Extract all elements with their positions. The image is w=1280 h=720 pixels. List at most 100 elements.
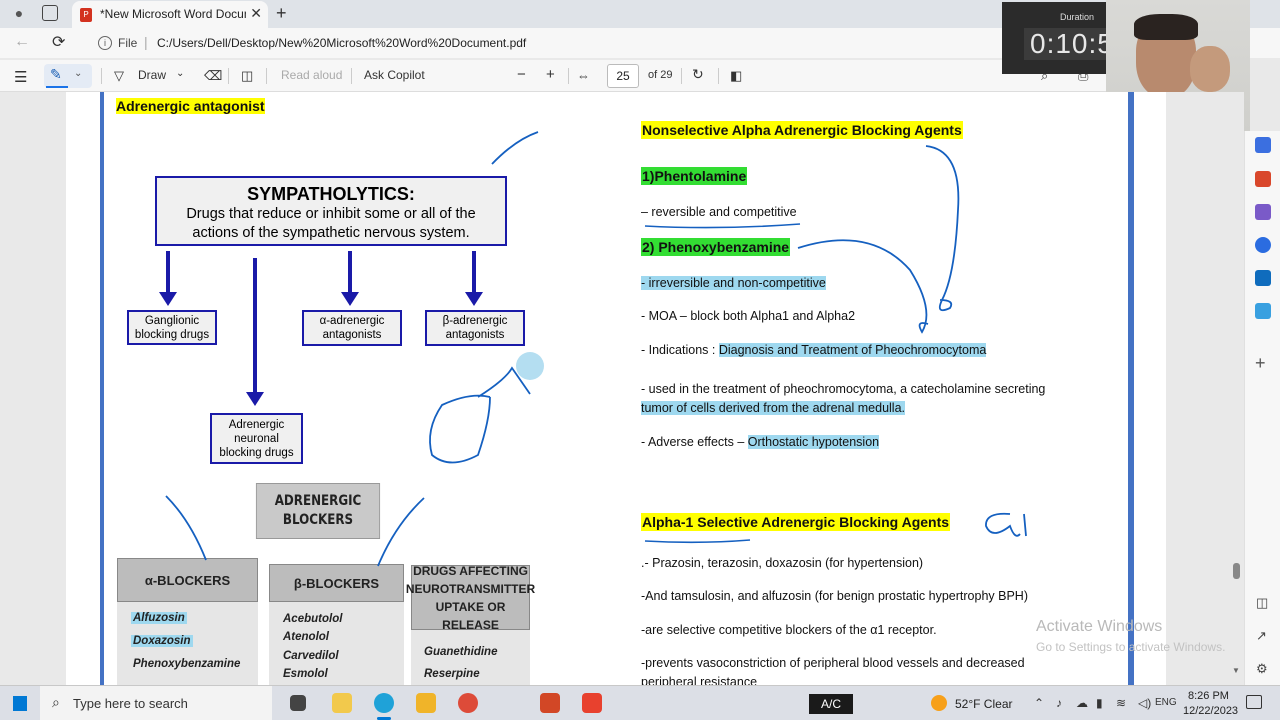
open-external-icon[interactable]: ↗ xyxy=(1256,628,1267,644)
recorder-app-icon[interactable] xyxy=(582,693,602,713)
diagram-arrowhead xyxy=(465,292,483,306)
close-icon[interactable]: ✕ xyxy=(250,5,262,22)
onedrive-icon[interactable]: ☁ xyxy=(1076,696,1088,710)
adverse-effects: - Adverse effects – Orthostatic hypotens… xyxy=(641,435,880,449)
battery-icon[interactable]: ▮ xyxy=(1096,696,1103,710)
chevron-down-icon[interactable]: ⌄ xyxy=(176,68,184,79)
shopping-icon[interactable] xyxy=(1255,171,1271,187)
read-aloud-button[interactable]: Read aloud xyxy=(281,68,342,82)
drug-item: Carvedilol xyxy=(283,650,339,662)
tab-actions-icon[interactable] xyxy=(42,5,58,21)
eraser-icon[interactable]: ⌫ xyxy=(204,68,222,84)
games-icon[interactable] xyxy=(1255,237,1271,253)
info-icon[interactable]: i xyxy=(98,36,112,50)
toolbar-divider xyxy=(228,68,229,84)
zoom-out-button[interactable]: − xyxy=(517,66,526,83)
box-beta-antagonists: β-adrenergic antagonists xyxy=(425,310,525,346)
box-alpha-line1: α-adrenergic xyxy=(319,315,385,327)
profile-icon[interactable]: ● xyxy=(10,5,28,23)
drug-item: Alfuzosin xyxy=(131,612,187,624)
url-separator: | xyxy=(144,34,148,50)
outlook-icon[interactable] xyxy=(1255,270,1271,286)
page-number-input[interactable]: 25 xyxy=(607,64,639,88)
fit-width-icon[interactable]: ⇔ xyxy=(577,68,590,83)
network-icon[interactable]: ≋ xyxy=(1116,696,1126,710)
sympatholytics-desc-line2: actions of the sympathetic nervous syste… xyxy=(192,225,470,241)
activate-windows-watermark-sub: Go to Settings to activate Windows. xyxy=(1036,640,1226,654)
weather-text[interactable]: 52°F Clear xyxy=(955,697,1013,711)
toolbar-divider xyxy=(718,68,719,84)
rotate-icon[interactable]: ↻ xyxy=(692,66,704,83)
heading-phentolamine: 1)Phentolamine xyxy=(641,167,748,185)
copilot-icon[interactable] xyxy=(1255,137,1271,153)
neurotransmitter-drugs-header: DRUGS AFFECTING NEUROTRANSMITTER UPTAKE OR… xyxy=(406,564,535,632)
drug-item: Doxazosin xyxy=(131,635,193,647)
file-explorer-icon[interactable] xyxy=(416,693,436,713)
heading-nonselective-alpha: Nonselective Alpha Adrenergic Blocking A… xyxy=(641,121,963,139)
page-view-icon[interactable]: ◧ xyxy=(730,68,742,84)
task-view-icon[interactable] xyxy=(290,695,306,711)
new-tab-icon[interactable]: + xyxy=(276,3,287,24)
windows-start-icon[interactable] xyxy=(12,696,27,711)
edge-icon[interactable] xyxy=(374,693,394,713)
split-view-icon[interactable]: ◫ xyxy=(1256,595,1268,611)
indications-value: Diagnosis and Treatment of Pheochromocyt… xyxy=(718,343,987,357)
contents-icon[interactable]: ☰ xyxy=(14,68,27,86)
neuro-header-line1: DRUGS AFFECTING xyxy=(413,563,528,578)
refresh-icon[interactable]: ⟳ xyxy=(52,32,65,52)
page-border-left xyxy=(100,92,104,685)
scrollbar-thumb[interactable] xyxy=(1233,563,1240,579)
url-scheme-label: File xyxy=(118,36,138,50)
indications-label: - Indications : xyxy=(641,343,719,357)
box-beta-line2: antagonists xyxy=(445,329,505,341)
box-ganglionic-blocking: Ganglionic blocking drugs xyxy=(127,310,217,345)
box-alpha-antagonists: α-adrenergic antagonists xyxy=(302,310,402,346)
alpha1-bph-line: -And tamsulosin, and alfuzosin (for beni… xyxy=(641,589,1028,603)
drug-item: Phenoxybenzamine xyxy=(133,658,241,670)
powerpoint-icon[interactable] xyxy=(540,693,560,713)
box-ganglionic-line1: Ganglionic xyxy=(144,314,200,327)
webcam-person-hair xyxy=(1134,14,1198,40)
chrome-icon[interactable] xyxy=(458,693,478,713)
chevron-up-icon[interactable]: ⌃ xyxy=(1034,696,1044,710)
ask-copilot-button[interactable]: Ask Copilot xyxy=(364,68,425,82)
ac-indicator[interactable]: A/C xyxy=(809,694,853,714)
url-path[interactable]: C:/Users/Dell/Desktop/New%20Microsoft%20… xyxy=(157,36,526,50)
scroll-down-icon[interactable]: ▼ xyxy=(1232,666,1240,675)
sympatholytics-desc-line1: Drugs that reduce or inhibit some or all… xyxy=(186,206,476,222)
add-icon[interactable]: + xyxy=(1255,353,1266,374)
volume-icon[interactable]: ◁) xyxy=(1138,696,1151,710)
send-icon[interactable] xyxy=(1255,303,1271,319)
clock-date[interactable]: 12/22/2023 xyxy=(1183,705,1238,717)
blockers-line2: BLOCKERS xyxy=(282,512,354,528)
gear-icon[interactable]: ⚙ xyxy=(1256,661,1268,677)
draw-label[interactable]: Draw xyxy=(138,68,166,82)
speaker-icon[interactable]: ♪ xyxy=(1056,696,1062,710)
taskbar-search[interactable]: ⌕ Type here to search xyxy=(40,686,272,720)
language-indicator[interactable]: ENG xyxy=(1155,697,1177,708)
alpha1-prevents-line1: -prevents vasoconstriction of peripheral… xyxy=(641,656,1025,670)
url-box[interactable]: i File | C:/Users/Dell/Desktop/New%20Mic… xyxy=(86,31,1006,55)
tools-icon[interactable] xyxy=(1255,204,1271,220)
heading-phenoxybenzamine: 2) Phenoxybenzamine xyxy=(641,238,791,256)
clock-time[interactable]: 8:26 PM xyxy=(1188,690,1229,702)
store-icon[interactable] xyxy=(332,693,352,713)
weather-icon[interactable] xyxy=(931,695,947,711)
box-adrenergic-neuronal-blocking: Adrenergic neuronal blocking drugs xyxy=(210,413,303,464)
zoom-in-button[interactable]: + xyxy=(546,66,555,83)
back-icon[interactable]: ← xyxy=(14,33,30,51)
text-icon[interactable]: ◫ xyxy=(241,68,253,84)
browser-tab[interactable]: P *New Microsoft Word Document ✕ xyxy=(72,1,268,28)
page-border-right xyxy=(1128,92,1134,685)
highlight-button[interactable]: ✎ ⌄ xyxy=(44,64,92,88)
pdf-icon: P xyxy=(80,8,92,22)
recording-duration-panel: Duration 0:10:5 xyxy=(1002,2,1120,74)
adverse-value: Orthostatic hypotension xyxy=(747,435,880,449)
diagram-arrow xyxy=(253,258,257,394)
draw-icon[interactable]: ▽ xyxy=(114,68,124,84)
box-alpha-line2: antagonists xyxy=(322,329,382,341)
chevron-down-icon[interactable]: ⌄ xyxy=(74,68,82,79)
diagram-arrowhead xyxy=(246,392,264,406)
box-beta-line1: β-adrenergic xyxy=(442,315,508,327)
notification-icon[interactable] xyxy=(1246,695,1262,709)
